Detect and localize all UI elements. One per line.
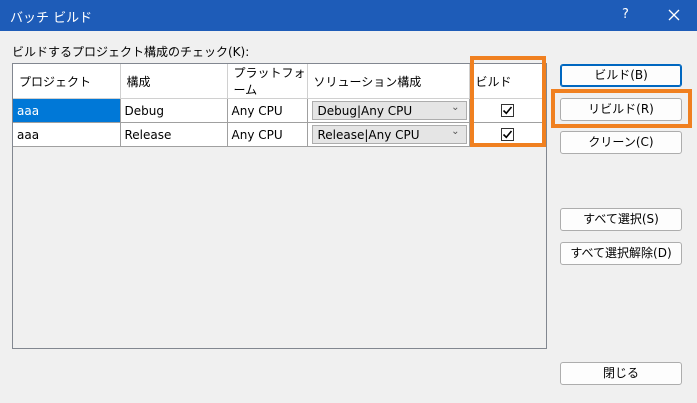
close-button[interactable]: 閉じる xyxy=(560,362,682,385)
column-header-platform[interactable]: プラットフォーム xyxy=(227,64,308,99)
dropdown-value: Release|Any CPU xyxy=(317,128,420,142)
table-row[interactable]: aaa Release Any CPU Release|Any CPU ⌄ xyxy=(13,122,543,147)
build-checkbox[interactable] xyxy=(501,104,514,117)
cell-platform[interactable]: Any CPU xyxy=(227,98,308,123)
cell-solution-config[interactable]: Debug|Any CPU ⌄ xyxy=(307,98,470,123)
solution-config-dropdown[interactable]: Release|Any CPU ⌄ xyxy=(311,125,467,144)
solution-config-dropdown[interactable]: Debug|Any CPU ⌄ xyxy=(311,101,467,120)
chevron-down-icon: ⌄ xyxy=(451,126,460,137)
cell-project[interactable]: aaa xyxy=(13,122,121,147)
column-header-project[interactable]: プロジェクト xyxy=(13,64,121,99)
column-header-build[interactable]: ビルド xyxy=(469,64,543,99)
dropdown-value: Debug|Any CPU xyxy=(317,104,413,118)
grid-caption: ビルドするプロジェクト構成のチェック(K): xyxy=(12,45,250,59)
cell-build[interactable] xyxy=(469,98,543,123)
build-button[interactable]: ビルド(B) xyxy=(560,64,682,87)
cell-platform[interactable]: Any CPU xyxy=(227,122,308,147)
column-header-solution-config[interactable]: ソリューション構成 xyxy=(307,64,470,99)
rebuild-button[interactable]: リビルド(R) xyxy=(560,98,682,121)
title-bar: バッチ ビルド ? xyxy=(0,0,697,31)
column-header-config[interactable]: 構成 xyxy=(120,64,228,99)
checkmark-icon xyxy=(502,106,513,115)
window-title: バッチ ビルド xyxy=(10,11,93,26)
clean-button[interactable]: クリーン(C) xyxy=(560,131,682,154)
cell-config[interactable]: Debug xyxy=(120,98,228,123)
build-checkbox[interactable] xyxy=(501,128,514,141)
cell-project[interactable]: aaa xyxy=(13,98,121,123)
chevron-down-icon: ⌄ xyxy=(451,102,460,113)
cell-solution-config[interactable]: Release|Any CPU ⌄ xyxy=(307,122,470,147)
checkmark-icon xyxy=(502,130,513,139)
close-icon[interactable] xyxy=(660,4,688,26)
cell-build[interactable] xyxy=(469,122,543,147)
help-button[interactable]: ? xyxy=(622,7,629,22)
deselect-all-button[interactable]: すべて選択解除(D) xyxy=(560,242,682,265)
cell-config[interactable]: Release xyxy=(120,122,228,147)
select-all-button[interactable]: すべて選択(S) xyxy=(560,208,682,231)
project-config-grid[interactable]: プロジェクト 構成 プラットフォーム ソリューション構成 ビルド aaa Deb… xyxy=(12,63,547,349)
table-row[interactable]: aaa Debug Any CPU Debug|Any CPU ⌄ xyxy=(13,98,543,123)
